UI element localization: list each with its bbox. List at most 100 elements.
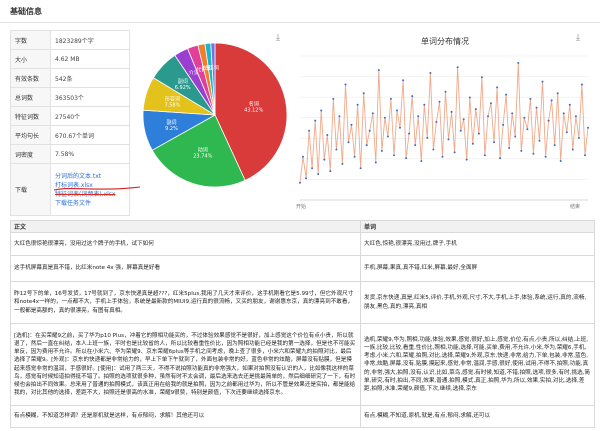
data-point	[559, 160, 562, 162]
download-segmented-text-link[interactable]: 分词后的文本.txt	[55, 172, 125, 181]
data-point	[441, 155, 444, 158]
stats-key: 总词数	[10, 87, 51, 107]
table-row: 有点模糊，不知道怎样调？还是原机就是这样，有点郁闷，求解！其他还可以 有点,模糊…	[10, 405, 595, 428]
data-point	[377, 69, 380, 72]
stats-row: 特征词数 27540个	[10, 106, 130, 126]
data-point	[314, 119, 317, 122]
data-point	[529, 97, 532, 100]
data-point	[520, 149, 523, 152]
data-point	[556, 92, 559, 95]
data-point	[438, 100, 441, 103]
download-tagged-words-link[interactable]: 打标词表.xlsx	[55, 181, 125, 190]
data-point	[517, 61, 520, 64]
data-point	[462, 118, 465, 121]
data-point	[480, 76, 483, 79]
data-point	[380, 149, 383, 152]
data-point	[386, 135, 389, 138]
download-feature-words-link[interactable]: 特征词表(词频表).xlsx	[55, 190, 125, 199]
data-point	[432, 148, 435, 151]
pie-slice-label: 连词	[209, 64, 219, 71]
data-point	[574, 115, 577, 118]
data-point	[514, 135, 517, 138]
data-point	[532, 152, 535, 155]
cell-text: 这手机屏幕真是真不错，比红米note 4x 强，屏幕真是好看	[10, 255, 361, 282]
data-point	[544, 155, 547, 158]
stats-value: 542条	[50, 68, 130, 88]
stats-value: 7.58%	[50, 144, 130, 164]
data-point	[541, 80, 544, 83]
data-point	[374, 161, 377, 164]
data-point	[332, 97, 335, 100]
data-point	[459, 129, 462, 132]
data-point	[347, 141, 350, 144]
cell-text: [选机]：在买荣耀9之前，买了华为p10 Plus，冲着它的照相功能买的，不过体…	[10, 323, 361, 406]
data-point	[538, 139, 541, 142]
table-row: 昨12号下的单，16号发货，17号就到了，京东快递真是超???，红米5plus,…	[10, 281, 595, 324]
downloads-key: 下载	[10, 163, 51, 216]
data-point	[450, 110, 453, 113]
data-point	[511, 112, 514, 115]
data-point	[535, 106, 538, 109]
data-point	[353, 155, 356, 158]
data-point	[550, 99, 553, 102]
download-task-file-link[interactable]: 下载任务文件	[55, 199, 125, 208]
stats-row: 字数 1823289个字	[10, 30, 130, 50]
stats-key: 平均句长	[10, 125, 51, 145]
data-point	[547, 119, 550, 122]
data-point	[429, 72, 432, 74]
cell-text: 有点模糊，不知道怎样调？还是原机就是这样，有点郁闷，求解！其他还可以	[10, 405, 361, 428]
stats-row: 大小 4.62 MB	[10, 49, 130, 69]
data-point	[420, 160, 423, 162]
data-point	[371, 112, 374, 115]
stats-key: 词密度	[10, 144, 51, 164]
data-point	[562, 112, 565, 115]
data-point	[305, 177, 308, 180]
stats-row: 总词数 363503个	[10, 87, 130, 107]
data-point	[423, 103, 426, 106]
stats-value: 670.67个单词	[50, 125, 130, 145]
data-point	[341, 162, 344, 165]
data-point	[311, 167, 314, 170]
word-distribution-line-chart	[299, 55, 589, 201]
data-point	[508, 147, 511, 149]
header-text: 正文	[10, 220, 361, 233]
data-point	[320, 109, 323, 112]
chart-title: 单词分布情况	[421, 37, 469, 46]
data-point	[426, 136, 429, 139]
data-point	[568, 103, 571, 106]
stats-key: 大小	[10, 49, 51, 69]
data-point	[577, 136, 580, 139]
data-point	[389, 97, 392, 100]
data-point	[362, 92, 365, 95]
cell-text: 大红色很惊艳很漂亮，没用过这个牌子的手机，试下如何	[10, 232, 361, 256]
pie-slice-label: 形容词 7.58%	[164, 96, 180, 109]
data-point	[335, 148, 338, 151]
table-header-row: 正文 单词	[10, 220, 595, 233]
data-point	[299, 181, 301, 184]
text-words-table: 正文 单词 大红色很惊艳很漂亮，没用过这个牌子的手机，试下如何 大红色,惊艳,很…	[10, 220, 595, 428]
data-point	[405, 157, 408, 160]
data-point	[359, 167, 362, 170]
data-point	[344, 83, 347, 86]
data-point	[502, 123, 505, 126]
pie-slice-label: 副词 9.2%	[165, 119, 178, 132]
data-point	[383, 116, 386, 119]
section-divider	[0, 22, 600, 23]
data-point	[393, 154, 395, 157]
data-point	[444, 90, 447, 93]
downloads-cell: 分词后的文本.txt 打标词表.xlsx 特征词表(词频表).xlsx 下载任务…	[50, 163, 130, 216]
data-point	[308, 129, 311, 132]
data-point	[571, 148, 574, 151]
section-title: 基础信息	[10, 7, 42, 16]
table-row: 这手机屏幕真是真不错，比红米note 4x 强，屏幕真是好看 手机,屏幕,果真,…	[10, 255, 595, 282]
stats-row: 平均句长 670.67个单词	[10, 125, 130, 145]
data-point	[447, 138, 450, 141]
data-point	[396, 109, 398, 112]
data-point	[399, 126, 401, 129]
data-point	[317, 173, 320, 175]
data-point	[468, 96, 471, 99]
data-point	[465, 158, 468, 161]
stats-value: 363503个	[50, 87, 130, 107]
data-point	[326, 134, 329, 136]
data-point	[408, 132, 411, 135]
